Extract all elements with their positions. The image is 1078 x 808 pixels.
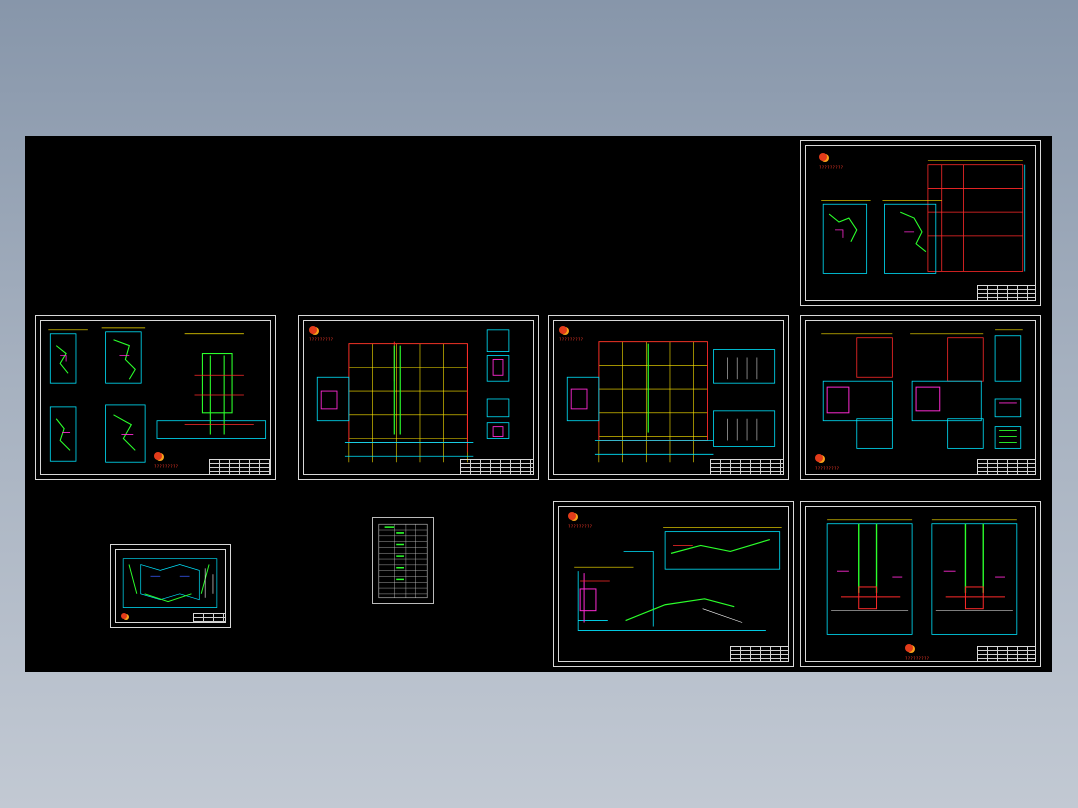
company-logo-icon [309,326,317,334]
company-logo-icon [819,153,827,161]
logo-caption: ????????? [815,466,840,471]
title-block [710,459,784,475]
drawing-sheet-mid-right[interactable]: ????????? [800,315,1041,480]
title-block [976,459,1036,475]
logo-caption: ????????? [559,337,584,342]
sheet-graphics [821,329,1023,449]
title-block [976,285,1036,301]
sheet-graphics [316,329,510,463]
title-block [729,646,789,662]
company-logo-icon [154,452,162,460]
sheet-graphics [826,519,1018,635]
company-logo-icon [815,454,823,462]
drawing-sheet-plan-center-2[interactable]: ????????? [548,315,789,480]
logo-caption: ????????? [154,464,179,469]
drawing-sheet-table[interactable] [372,517,434,604]
company-logo-icon [559,326,567,334]
drawing-sheet-bottom-right[interactable]: ????????? [800,501,1041,667]
drawing-sheet-small-plan[interactable] [110,544,231,628]
sheet-graphics [378,523,428,599]
logo-caption: ????????? [905,656,930,661]
company-logo-icon [568,512,576,520]
cad-drawing-canvas[interactable]: ????????? ????????? ????????? ????????? … [25,136,1052,672]
title-block [460,459,534,475]
title-block [193,613,226,623]
title-block [976,646,1036,662]
drawing-sheet-floor-plans[interactable]: ????????? [35,315,276,480]
drawing-sheet-plan-center-1[interactable]: ????????? [298,315,539,480]
drawing-sheet-top-right[interactable]: ????????? [800,140,1041,306]
title-block [209,459,271,475]
logo-caption: ????????? [819,165,844,170]
company-logo-icon [905,644,913,652]
logo-caption: ????????? [568,524,593,529]
company-logo-icon [121,613,127,619]
drawing-sheet-section[interactable]: ????????? [553,501,794,667]
sheet-graphics [566,341,776,463]
logo-caption: ????????? [309,337,334,342]
